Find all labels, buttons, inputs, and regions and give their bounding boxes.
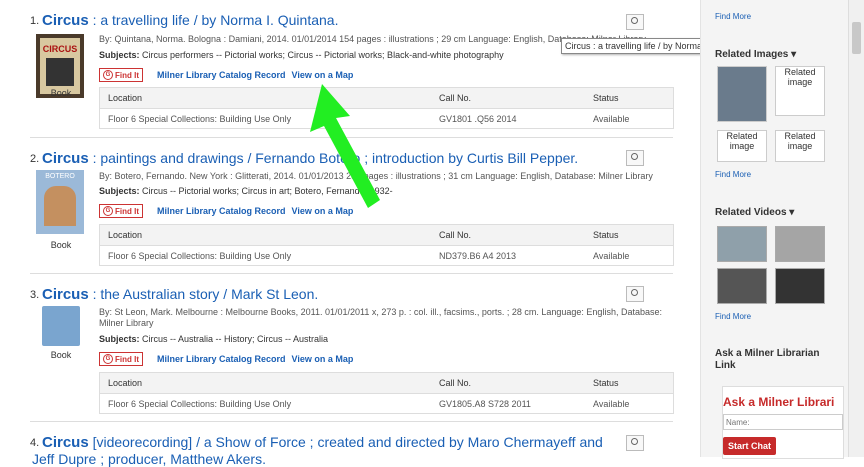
related-image-broken[interactable]: Related image (775, 130, 825, 162)
green-arrow-annotation (310, 84, 380, 208)
findit-logo-icon: G (103, 206, 113, 216)
related-image-broken[interactable]: Related image (717, 130, 767, 162)
findit-logo-icon: G (103, 354, 113, 364)
find-more-link[interactable]: Find More (715, 12, 751, 21)
result-divider (30, 273, 673, 274)
result-title-link[interactable]: Circus : the Australian story / Mark St … (42, 286, 318, 303)
cover-title-text: CIRCUS (42, 44, 78, 54)
find-it-button[interactable]: G Find It (99, 204, 143, 218)
holdings-table: Location Call No. Status Floor 6 Special C… (99, 224, 674, 266)
ask-librarian-header[interactable]: Ask a Milner Librarian Link (715, 348, 825, 372)
result-number: 1. (30, 15, 40, 27)
find-more-link[interactable]: Find More (715, 170, 751, 179)
result-title-link[interactable]: Circus [videorecording] / a Show of Forc… (42, 434, 603, 451)
vertical-scrollbar[interactable] (848, 0, 864, 457)
preview-magnifier-icon[interactable] (626, 286, 644, 302)
related-images-header[interactable]: Related Images ▾ (715, 49, 796, 60)
find-it-button[interactable]: G Find It (99, 68, 143, 82)
result-title-link-line2[interactable]: Jeff Dupre ; producer, Matthew Akers. (32, 451, 266, 467)
chevron-down-icon: ▾ (791, 49, 797, 60)
book-cover-image[interactable]: BOTERO (36, 170, 84, 234)
result-actions: G Find It Milner Library Catalog Record V… (99, 68, 353, 82)
related-videos-header[interactable]: Related Videos ▾ (715, 207, 794, 218)
holdings-table: Location Call No. Status Floor 6 Special C… (99, 372, 674, 414)
result-title-link[interactable]: Circus : a travelling life / by Norma I.… (42, 12, 338, 29)
findit-logo-icon: G (103, 70, 113, 80)
related-video-thumbnail[interactable] (775, 268, 825, 304)
format-label: Book (50, 88, 72, 98)
view-on-map-link[interactable]: View on a Map (292, 70, 354, 80)
generic-book-icon[interactable] (42, 306, 80, 346)
result-number: 4. (30, 437, 40, 449)
preview-magnifier-icon[interactable] (626, 150, 644, 166)
result-actions: G Find It Milner Library Catalog Record V… (99, 352, 353, 366)
format-label: Book (50, 240, 72, 250)
related-image-thumbnail[interactable] (717, 66, 767, 122)
find-more-link[interactable]: Find More (715, 312, 751, 321)
result-number: 2. (30, 153, 40, 165)
chevron-down-icon: ▾ (789, 207, 795, 218)
subjects: Subjects: Circus performers -- Pictorial… (99, 50, 504, 60)
find-it-button[interactable]: G Find It (99, 352, 143, 366)
byline: By: St Leon, Mark. Melbourne : Melbourne… (99, 307, 662, 328)
related-video-thumbnail[interactable] (775, 226, 825, 262)
related-video-thumbnail[interactable] (717, 226, 767, 262)
related-video-thumbnail[interactable] (717, 268, 767, 304)
chat-widget: Ask a Milner Librari Start Chat (722, 386, 844, 459)
chat-name-input[interactable] (723, 414, 843, 430)
preview-magnifier-icon[interactable] (626, 435, 644, 451)
result-divider (30, 421, 673, 422)
results-list: 1. Circus : a travelling life / by Norma… (0, 0, 756, 467)
result-number: 3. (30, 289, 40, 301)
related-image-broken[interactable]: Related image (775, 66, 825, 116)
view-on-map-link[interactable]: View on a Map (292, 354, 354, 364)
catalog-record-link[interactable]: Milner Library Catalog Record (157, 206, 286, 216)
catalog-record-link[interactable]: Milner Library Catalog Record (157, 354, 286, 364)
start-chat-button[interactable]: Start Chat (723, 437, 777, 455)
catalog-record-link[interactable]: Milner Library Catalog Record (157, 70, 286, 80)
chat-title: Ask a Milner Librari (723, 395, 835, 409)
cover-title-text: BOTERO (45, 173, 75, 180)
preview-magnifier-icon[interactable] (626, 14, 644, 30)
subjects: Subjects: Circus -- Australia -- History… (99, 334, 329, 344)
scrollbar-thumb[interactable] (852, 22, 861, 54)
format-label: Book (50, 350, 72, 360)
